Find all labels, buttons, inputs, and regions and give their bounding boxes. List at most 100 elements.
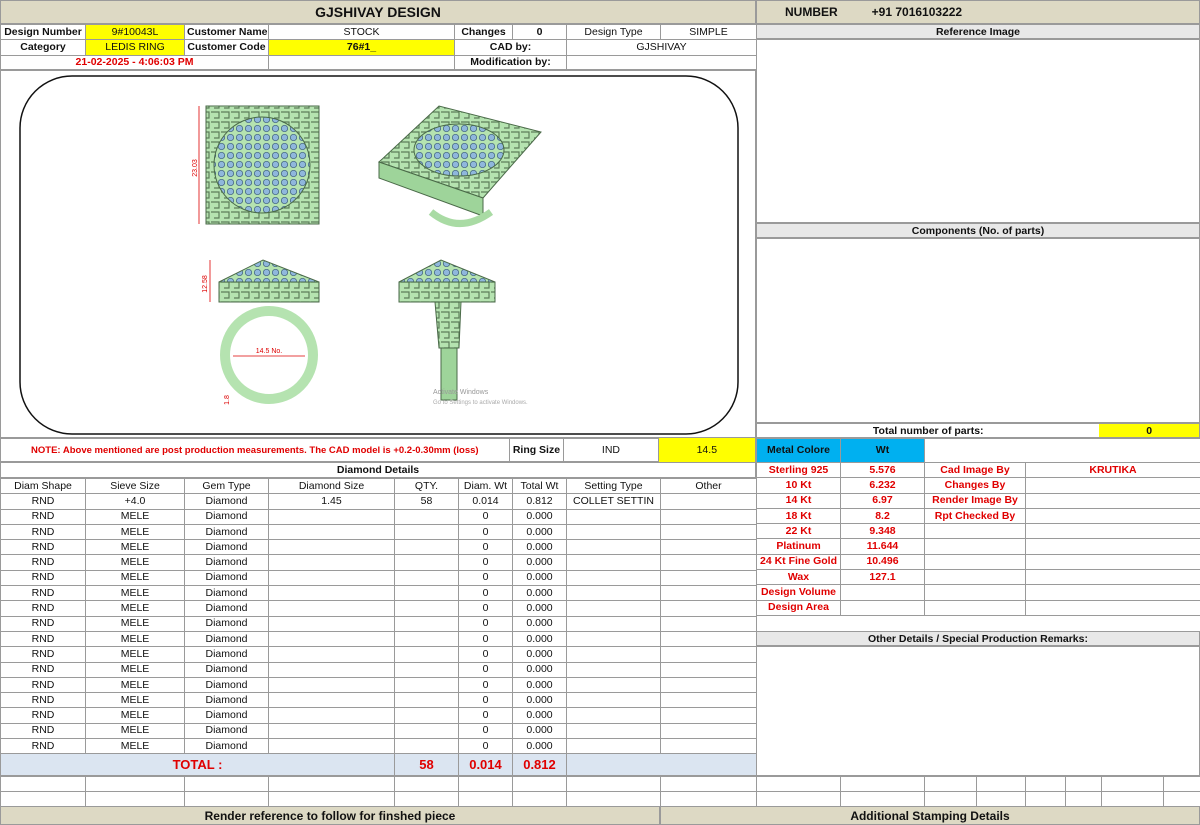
diamond-cell[interactable] (268, 692, 395, 709)
diamond-cell[interactable]: Diamond (184, 692, 269, 709)
diamond-cell[interactable]: MELE (85, 585, 185, 602)
metal-weight[interactable]: 11.644 (840, 538, 925, 555)
diamond-cell[interactable]: 0.812 (512, 493, 567, 510)
diamond-cell[interactable]: 1.45 (268, 493, 395, 510)
diamond-cell[interactable]: Diamond (184, 615, 269, 632)
diamond-cell[interactable]: MELE (85, 676, 185, 694)
metal-weight[interactable]: 5.576 (840, 461, 925, 479)
cad-by-value[interactable]: GJSHIVAY (566, 39, 757, 56)
diamond-cell[interactable] (394, 676, 459, 694)
diamond-cell[interactable]: MELE (85, 707, 185, 724)
diamond-cell[interactable]: 0.000 (512, 615, 567, 632)
diamond-cell[interactable] (268, 523, 395, 541)
diamond-cell[interactable]: 0.000 (512, 707, 567, 724)
diamond-cell[interactable]: 0.000 (512, 539, 567, 556)
diamond-cell[interactable]: +4.0 (85, 493, 185, 510)
diamond-cell[interactable] (566, 692, 661, 709)
diamond-cell[interactable] (394, 600, 459, 617)
diamond-cell[interactable]: 0 (458, 661, 513, 678)
diamond-cell[interactable]: 0.000 (512, 585, 567, 602)
diamond-cell[interactable]: Diamond (184, 585, 269, 602)
diamond-cell[interactable] (660, 722, 757, 740)
diamond-cell[interactable]: RND (0, 630, 86, 648)
diamond-cell[interactable]: 0 (458, 585, 513, 602)
diamond-cell[interactable] (566, 646, 661, 663)
diamond-cell[interactable] (566, 523, 661, 541)
diamond-cell[interactable] (394, 523, 459, 541)
diamond-cell[interactable] (268, 585, 395, 602)
diamond-cell[interactable] (660, 554, 757, 571)
diamond-cell[interactable]: RND (0, 722, 86, 740)
diamond-cell[interactable] (660, 738, 757, 755)
ring-size-value[interactable]: 14.5 (657, 438, 755, 462)
diamond-cell[interactable] (566, 554, 661, 571)
diamond-cell[interactable] (394, 539, 459, 556)
metal-weight[interactable] (840, 599, 925, 616)
diamond-cell[interactable]: 0.000 (512, 508, 567, 525)
diamond-cell[interactable]: 0 (458, 722, 513, 740)
diamond-cell[interactable] (394, 661, 459, 678)
diamond-cell[interactable] (394, 508, 459, 525)
diamond-cell[interactable]: Diamond (184, 508, 269, 525)
diamond-cell[interactable] (394, 615, 459, 632)
diamond-cell[interactable]: MELE (85, 508, 185, 525)
diamond-cell[interactable]: Diamond (184, 646, 269, 663)
diamond-cell[interactable]: 0 (458, 707, 513, 724)
metal-weight[interactable]: 8.2 (840, 507, 925, 525)
diamond-cell[interactable]: MELE (85, 738, 185, 755)
diamond-cell[interactable]: RND (0, 738, 86, 755)
diamond-cell[interactable] (566, 722, 661, 740)
diamond-cell[interactable]: 0 (458, 630, 513, 648)
diamond-cell[interactable]: 0 (458, 676, 513, 694)
diamond-cell[interactable] (566, 508, 661, 525)
diamond-cell[interactable] (566, 600, 661, 617)
diamond-cell[interactable] (660, 676, 757, 694)
diamond-cell[interactable] (268, 539, 395, 556)
diamond-cell[interactable] (566, 661, 661, 678)
customer-code-value[interactable]: 76#1_ (268, 39, 455, 56)
diamond-cell[interactable]: RND (0, 523, 86, 541)
diamond-cell[interactable] (268, 569, 395, 587)
diamond-cell[interactable]: 0.014 (458, 493, 513, 510)
diamond-cell[interactable]: 0.000 (512, 661, 567, 678)
diamond-cell[interactable]: Diamond (184, 493, 269, 510)
meta-value[interactable] (1024, 553, 1200, 571)
diamond-cell[interactable]: RND (0, 539, 86, 556)
diamond-cell[interactable]: MELE (85, 722, 185, 740)
diamond-cell[interactable] (268, 554, 395, 571)
diamond-cell[interactable] (394, 722, 459, 740)
diamond-cell[interactable] (394, 692, 459, 709)
meta-value[interactable] (1024, 492, 1200, 509)
diamond-cell[interactable]: MELE (85, 661, 185, 678)
diamond-cell[interactable]: RND (0, 692, 86, 709)
diamond-cell[interactable] (660, 523, 757, 541)
diamond-cell[interactable]: Diamond (184, 554, 269, 571)
diamond-cell[interactable]: 0.000 (512, 600, 567, 617)
diamond-cell[interactable]: 0 (458, 738, 513, 755)
diamond-cell[interactable] (394, 738, 459, 755)
diamond-cell[interactable]: RND (0, 508, 86, 525)
diamond-cell[interactable] (394, 569, 459, 587)
diamond-cell[interactable]: 0.000 (512, 523, 567, 541)
diamond-cell[interactable]: 0.000 (512, 722, 567, 740)
diamond-cell[interactable] (268, 600, 395, 617)
meta-value[interactable] (1024, 599, 1200, 616)
diamond-cell[interactable]: 0.000 (512, 676, 567, 694)
diamond-cell[interactable]: Diamond (184, 630, 269, 648)
diamond-cell[interactable]: Diamond (184, 661, 269, 678)
diamond-cell[interactable]: 0 (458, 554, 513, 571)
diamond-cell[interactable]: Diamond (184, 676, 269, 694)
diamond-cell[interactable] (566, 707, 661, 724)
diamond-cell[interactable]: 0.000 (512, 569, 567, 587)
diamond-cell[interactable]: 0.000 (512, 630, 567, 648)
diamond-cell[interactable] (660, 692, 757, 709)
diamond-cell[interactable] (566, 615, 661, 632)
customer-name-value[interactable]: STOCK (268, 23, 455, 41)
diamond-cell[interactable]: 0.000 (512, 554, 567, 571)
diamond-cell[interactable]: MELE (85, 692, 185, 709)
diamond-cell[interactable]: Diamond (184, 707, 269, 724)
diamond-cell[interactable]: 0 (458, 615, 513, 632)
diamond-cell[interactable] (268, 661, 395, 678)
diamond-cell[interactable] (268, 707, 395, 724)
diamond-cell[interactable]: 0 (458, 508, 513, 525)
